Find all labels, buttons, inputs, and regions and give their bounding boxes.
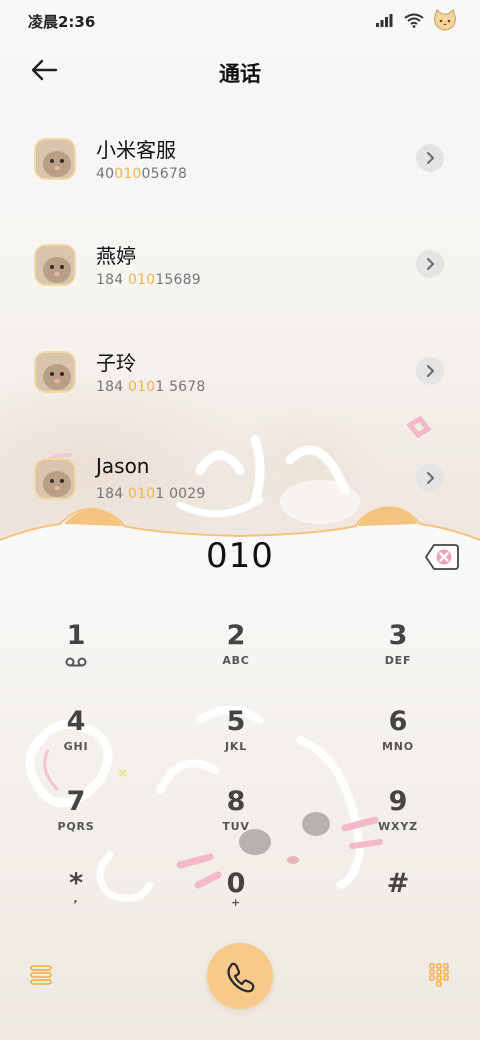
key-2[interactable]: 2 ABC — [176, 620, 296, 690]
contact-name: 燕婷 — [96, 244, 136, 268]
avatar — [34, 351, 76, 393]
contact-number: 184 0101 5678 — [96, 379, 206, 395]
dialpad-icon — [429, 963, 449, 987]
backspace-icon — [425, 544, 459, 570]
contact-number: 4001005678 — [96, 166, 188, 182]
contact-name: 子玲 — [96, 351, 136, 375]
key-8[interactable]: 8 TUV — [176, 786, 296, 856]
key-7[interactable]: 7 PQRS — [16, 786, 136, 856]
menu-button[interactable] — [28, 962, 54, 988]
chevron-right-icon — [427, 258, 435, 270]
number-match: 010 — [127, 379, 156, 395]
contact-detail-button[interactable] — [416, 250, 444, 278]
contact-detail-button[interactable] — [416, 464, 444, 492]
cat-face-icon — [434, 9, 456, 31]
avatar — [34, 458, 76, 500]
chevron-right-icon — [427, 365, 435, 377]
key-3[interactable]: 3 DEF — [338, 620, 458, 690]
chevron-right-icon — [427, 472, 435, 484]
contact-detail-button[interactable] — [416, 357, 444, 385]
key-star[interactable]: * , — [16, 868, 136, 938]
phone-icon — [227, 962, 255, 993]
header: 通话 — [0, 48, 480, 94]
status-icons — [376, 8, 458, 32]
contact-name: Jason — [96, 454, 150, 478]
chevron-right-icon — [427, 152, 435, 164]
number-match: 010 — [127, 272, 156, 288]
avatar — [34, 138, 76, 180]
call-button[interactable] — [207, 943, 273, 1009]
key-9[interactable]: 9 WXYZ — [338, 786, 458, 856]
wifi-icon — [404, 13, 424, 28]
status-time: 凌晨2:36 — [28, 13, 96, 31]
key-hash[interactable]: # — [338, 868, 458, 938]
number-match: 010 — [114, 166, 142, 182]
voicemail-icon — [65, 657, 87, 667]
dialpad-toggle-button[interactable] — [426, 962, 452, 988]
key-6[interactable]: 6 MNO — [338, 706, 458, 776]
menu-icon — [30, 965, 52, 985]
key-5[interactable]: 5 JKL — [176, 706, 296, 776]
contact-number: 184 01015689 — [96, 272, 201, 288]
key-4[interactable]: 4 GHI — [16, 706, 136, 776]
key-1[interactable]: 1 — [16, 620, 136, 690]
contact-item[interactable]: 小米客服 4001005678 — [0, 122, 480, 202]
page-title: 通话 — [219, 62, 261, 86]
key-0[interactable]: 0 + — [176, 868, 296, 938]
status-bar: 凌晨2:36 — [0, 0, 480, 40]
avatar — [34, 244, 76, 286]
dialed-number-display: 010 — [206, 536, 274, 576]
contact-item[interactable]: 子玲 184 0101 5678 — [0, 335, 480, 415]
contact-item[interactable]: 燕婷 184 01015689 — [0, 228, 480, 308]
signal-icon — [376, 14, 393, 27]
contact-name: 小米客服 — [96, 138, 176, 162]
delete-button[interactable] — [424, 542, 460, 572]
contact-detail-button[interactable] — [416, 144, 444, 172]
